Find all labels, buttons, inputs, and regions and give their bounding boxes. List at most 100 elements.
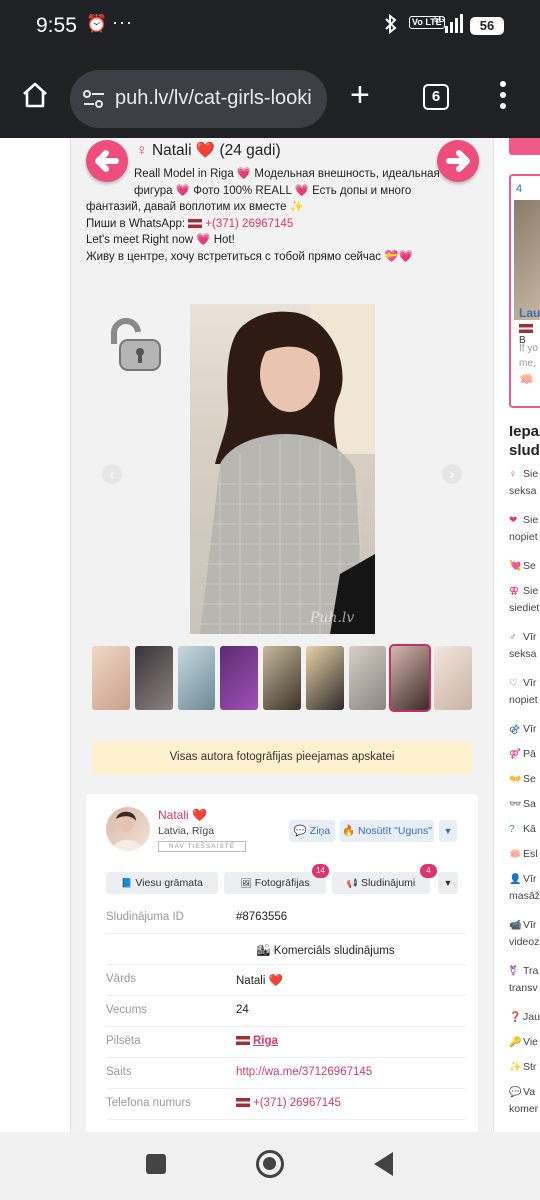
photo-thumbnail-selected[interactable] — [389, 644, 432, 712]
status-bar: 9:55 ⏰ ··· Vo LTE 5G 56 — [0, 0, 540, 52]
sidebar-category-item[interactable]: ♂ Vīr seksa — [509, 629, 536, 662]
desc-whatsapp-label: Пиши в WhatsApp: — [86, 217, 189, 230]
sidebar-category-item[interactable]: ✨ Str — [509, 1059, 536, 1076]
sidebar-category-item[interactable]: ? Kā — [509, 821, 536, 838]
desc-line: Reall Model in Riga 💗 Модельная внешност… — [134, 168, 440, 180]
menu-icon[interactable] — [499, 80, 507, 110]
category-icon: 👓 — [509, 799, 522, 810]
featured-name[interactable]: Lau — [519, 306, 540, 320]
sidebar-category-item[interactable]: ⚢ Sie siediet — [509, 583, 539, 616]
category-icon: ⚧ — [509, 966, 518, 977]
listing-title-text: Natali ❤️ (24 gadi) — [151, 142, 281, 159]
url-text[interactable]: puh.lv/lv/cat-girls-looki — [115, 87, 320, 110]
category-label: Esl — [523, 848, 538, 860]
sidebar-category-item[interactable]: 👓 Sa — [509, 796, 536, 813]
new-tab-icon[interactable]: + — [350, 78, 370, 112]
category-label: Vīr — [523, 631, 537, 643]
latvia-flag-icon — [519, 324, 533, 333]
category-label: Vie — [523, 1036, 538, 1048]
sidebar-category-item[interactable]: 💬 Va komer — [509, 1084, 538, 1117]
sidebar-category-item[interactable]: 👤 Vīr masāž — [509, 871, 540, 904]
tab-switcher-button[interactable]: 6 — [423, 84, 449, 110]
main-photo[interactable]: Puh.lv — [190, 304, 375, 634]
sidebar-category-item[interactable]: ⚣ Vīr — [509, 721, 536, 738]
profile-name[interactable]: Natali ❤️ — [158, 808, 207, 822]
desc-line: фигура 💗 Фото 100% REALL 💗 Есть допы и м… — [134, 184, 412, 197]
sidebar-category-item[interactable]: ❤ Sie nopiet — [509, 512, 538, 545]
profile-location: Latvia, Rīga — [158, 825, 215, 837]
sidebar-category-item[interactable]: 🔑 Vie — [509, 1034, 538, 1051]
photo-thumbnail[interactable] — [134, 646, 173, 710]
system-nav-bar — [0, 1132, 540, 1200]
phone-link[interactable]: +(371) 26967145 — [236, 1097, 341, 1109]
category-icon: ⚣ — [509, 724, 520, 735]
category-label: Vīr — [523, 677, 537, 689]
send-fire-button[interactable]: 🔥 Nosūtīt "Uguns" — [340, 820, 434, 842]
site-link[interactable]: http://wa.me/37126967145 — [236, 1066, 372, 1078]
photo-thumbnail[interactable] — [348, 646, 387, 710]
photo-thumbnail[interactable] — [177, 646, 216, 710]
desc-phone-link[interactable]: +(371) 26967145 — [205, 218, 293, 230]
site-settings-icon[interactable] — [82, 88, 106, 110]
photos-button[interactable]: 🖼 Fotogrāfijas 14 — [224, 864, 329, 894]
recents-button[interactable] — [146, 1154, 166, 1174]
sidebar-category-item[interactable]: ❓ Jau — [509, 1009, 540, 1026]
phone-text[interactable]: +(371) 26967145 — [253, 1097, 341, 1109]
chevron-down-icon: ▼ — [443, 826, 453, 836]
photo-thumbnail[interactable] — [434, 646, 473, 710]
network-label: 5G — [434, 15, 445, 24]
avatar[interactable] — [106, 807, 150, 851]
category-icon: ❤ — [509, 515, 518, 526]
address-bar[interactable]: puh.lv/lv/cat-girls-looki — [70, 70, 327, 128]
send-fire-label: Nosūtīt "Uguns" — [358, 825, 432, 837]
carousel-next-button[interactable]: › — [442, 464, 462, 484]
sidebar-category-item[interactable]: ♀ Sie seksa — [509, 466, 538, 499]
guestbook-button[interactable]: 📘 Viesu grāmata — [106, 872, 218, 894]
featured-text: If yo me, — [519, 341, 538, 371]
category-label-second-line: seksa — [509, 648, 537, 660]
sidebar-top-button[interactable] — [509, 138, 540, 155]
next-listing-button[interactable] — [437, 140, 479, 182]
home-icon[interactable] — [20, 80, 50, 110]
detail-city-link[interactable]: Rīga — [236, 1035, 278, 1047]
category-icon: ♀ — [509, 469, 517, 480]
featured-listing-card[interactable]: 4 Lau B If yo me, 🪷 — [509, 174, 540, 408]
unlock-icon[interactable] — [106, 318, 166, 374]
photo-thumbnail[interactable] — [92, 646, 130, 710]
photo-thumbnail[interactable] — [263, 646, 301, 710]
detail-row-id: Sludinājuma ID #8763556 — [106, 903, 466, 934]
message-label: Ziņa — [309, 825, 331, 837]
detail-row-phone: Telefona numurs +(371) 26967145 — [106, 1089, 466, 1120]
sidebar-category-item[interactable]: ⚧ Tra transv — [509, 963, 538, 996]
photo-thumbnail[interactable] — [305, 646, 344, 710]
sidebar-heading-2: sludi — [509, 442, 540, 459]
sidebar-category-item[interactable]: ♡ Vīr nopiet — [509, 675, 538, 708]
ads-button[interactable]: 📢 Sludinājumi 4 — [332, 864, 437, 894]
photo-thumbnail[interactable] — [220, 646, 259, 710]
category-label-second-line: komer — [509, 1103, 539, 1115]
detail-label: Vecums — [106, 1004, 147, 1016]
category-label-second-line: nopiet — [509, 694, 538, 706]
photos-notice: Visas autora fotogrāfijas pieejamas apsk… — [92, 741, 472, 774]
more-actions-dropdown[interactable]: ▼ — [439, 820, 457, 842]
category-icon: ❓ — [509, 1012, 522, 1023]
message-button[interactable]: 💬 Ziņa — [289, 820, 335, 842]
sidebar-category-item[interactable]: 👐 Se — [509, 771, 536, 788]
detail-row-site: Saits http://wa.me/37126967145 — [106, 1058, 466, 1089]
back-button[interactable] — [374, 1152, 393, 1176]
home-button[interactable] — [256, 1150, 284, 1178]
sidebar-category-item[interactable]: 📹 Vīr videoz — [509, 917, 539, 950]
category-icon: ? — [509, 824, 515, 835]
carousel-prev-button[interactable]: ‹ — [102, 464, 122, 484]
sidebar-category-item[interactable]: ⚤ Pā — [509, 746, 536, 763]
category-label-second-line: transv — [509, 982, 538, 994]
city-text[interactable]: Rīga — [253, 1035, 278, 1047]
sidebar-category-item[interactable]: 🪷 Esl — [509, 846, 538, 863]
female-icon: ♀ — [136, 142, 148, 159]
sidebar-category-item[interactable]: 💘 Se — [509, 558, 536, 575]
desc-line: Живу в центре, хочу встретиться с тобой … — [86, 250, 413, 263]
featured-photo[interactable] — [514, 200, 540, 320]
more-tabs-dropdown[interactable]: ▼ — [438, 872, 458, 894]
category-icon: 💬 — [509, 1087, 522, 1098]
detail-label: Telefona numurs — [106, 1097, 192, 1109]
